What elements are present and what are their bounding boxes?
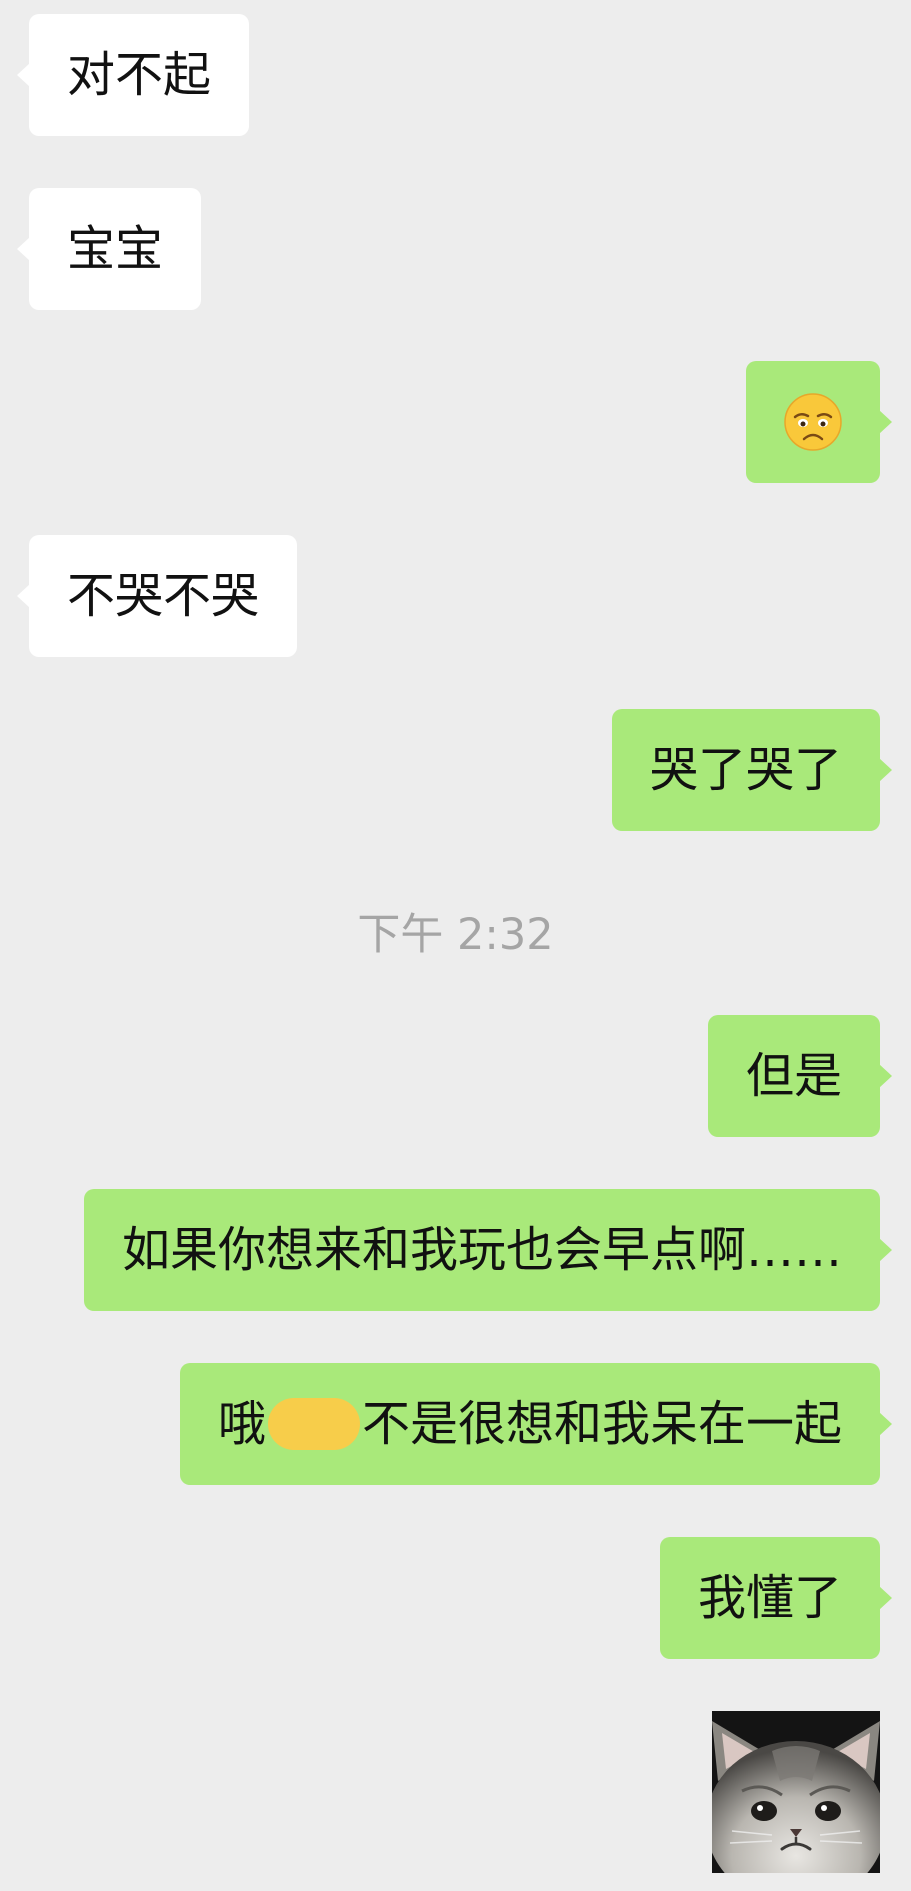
cat-face-icon	[712, 1711, 880, 1873]
message-bubble-outgoing[interactable]: 哭了哭了	[611, 709, 893, 831]
message-bubble-outgoing[interactable]: 我懂了	[659, 1537, 893, 1659]
message-text: 宝宝	[67, 221, 164, 277]
message-text: 如果你想来和我玩也会早点啊……	[121, 1222, 842, 1278]
message-bubble-outgoing[interactable]: 如果你想来和我玩也会早点啊……	[83, 1189, 893, 1311]
message-text: 但是	[745, 1048, 842, 1104]
message-text-prefix: 哦	[217, 1396, 266, 1452]
message-bubble-outgoing[interactable]: 但是	[707, 1015, 893, 1137]
message-text: 我懂了	[697, 1570, 842, 1626]
message-timestamp: 下午 2:32	[357, 910, 554, 960]
message-text: 不哭不哭	[67, 568, 260, 624]
disappointed-face-emoji	[784, 393, 842, 451]
message-text: 对不起	[67, 47, 212, 103]
message-bubble-incoming[interactable]: 不哭不哭	[16, 535, 298, 657]
message-bubble-outgoing[interactable]	[746, 361, 892, 483]
message-bubble-incoming[interactable]: 宝宝	[16, 188, 202, 310]
message-text: 哭了哭了	[649, 742, 842, 798]
chat-message-list[interactable]: 对不起 宝宝 不哭不哭 哭了哭了 下午 2:32 但是 如果你想来和我玩也会早点…	[0, 0, 911, 1891]
redaction-mark	[267, 1398, 360, 1450]
message-bubble-outgoing[interactable]: 哦 不是很想和我呆在一起	[179, 1363, 893, 1485]
crying-cat-sticker[interactable]	[712, 1711, 880, 1873]
message-text-suffix: 不是很想和我呆在一起	[361, 1396, 842, 1452]
message-bubble-incoming[interactable]: 对不起	[16, 14, 250, 136]
